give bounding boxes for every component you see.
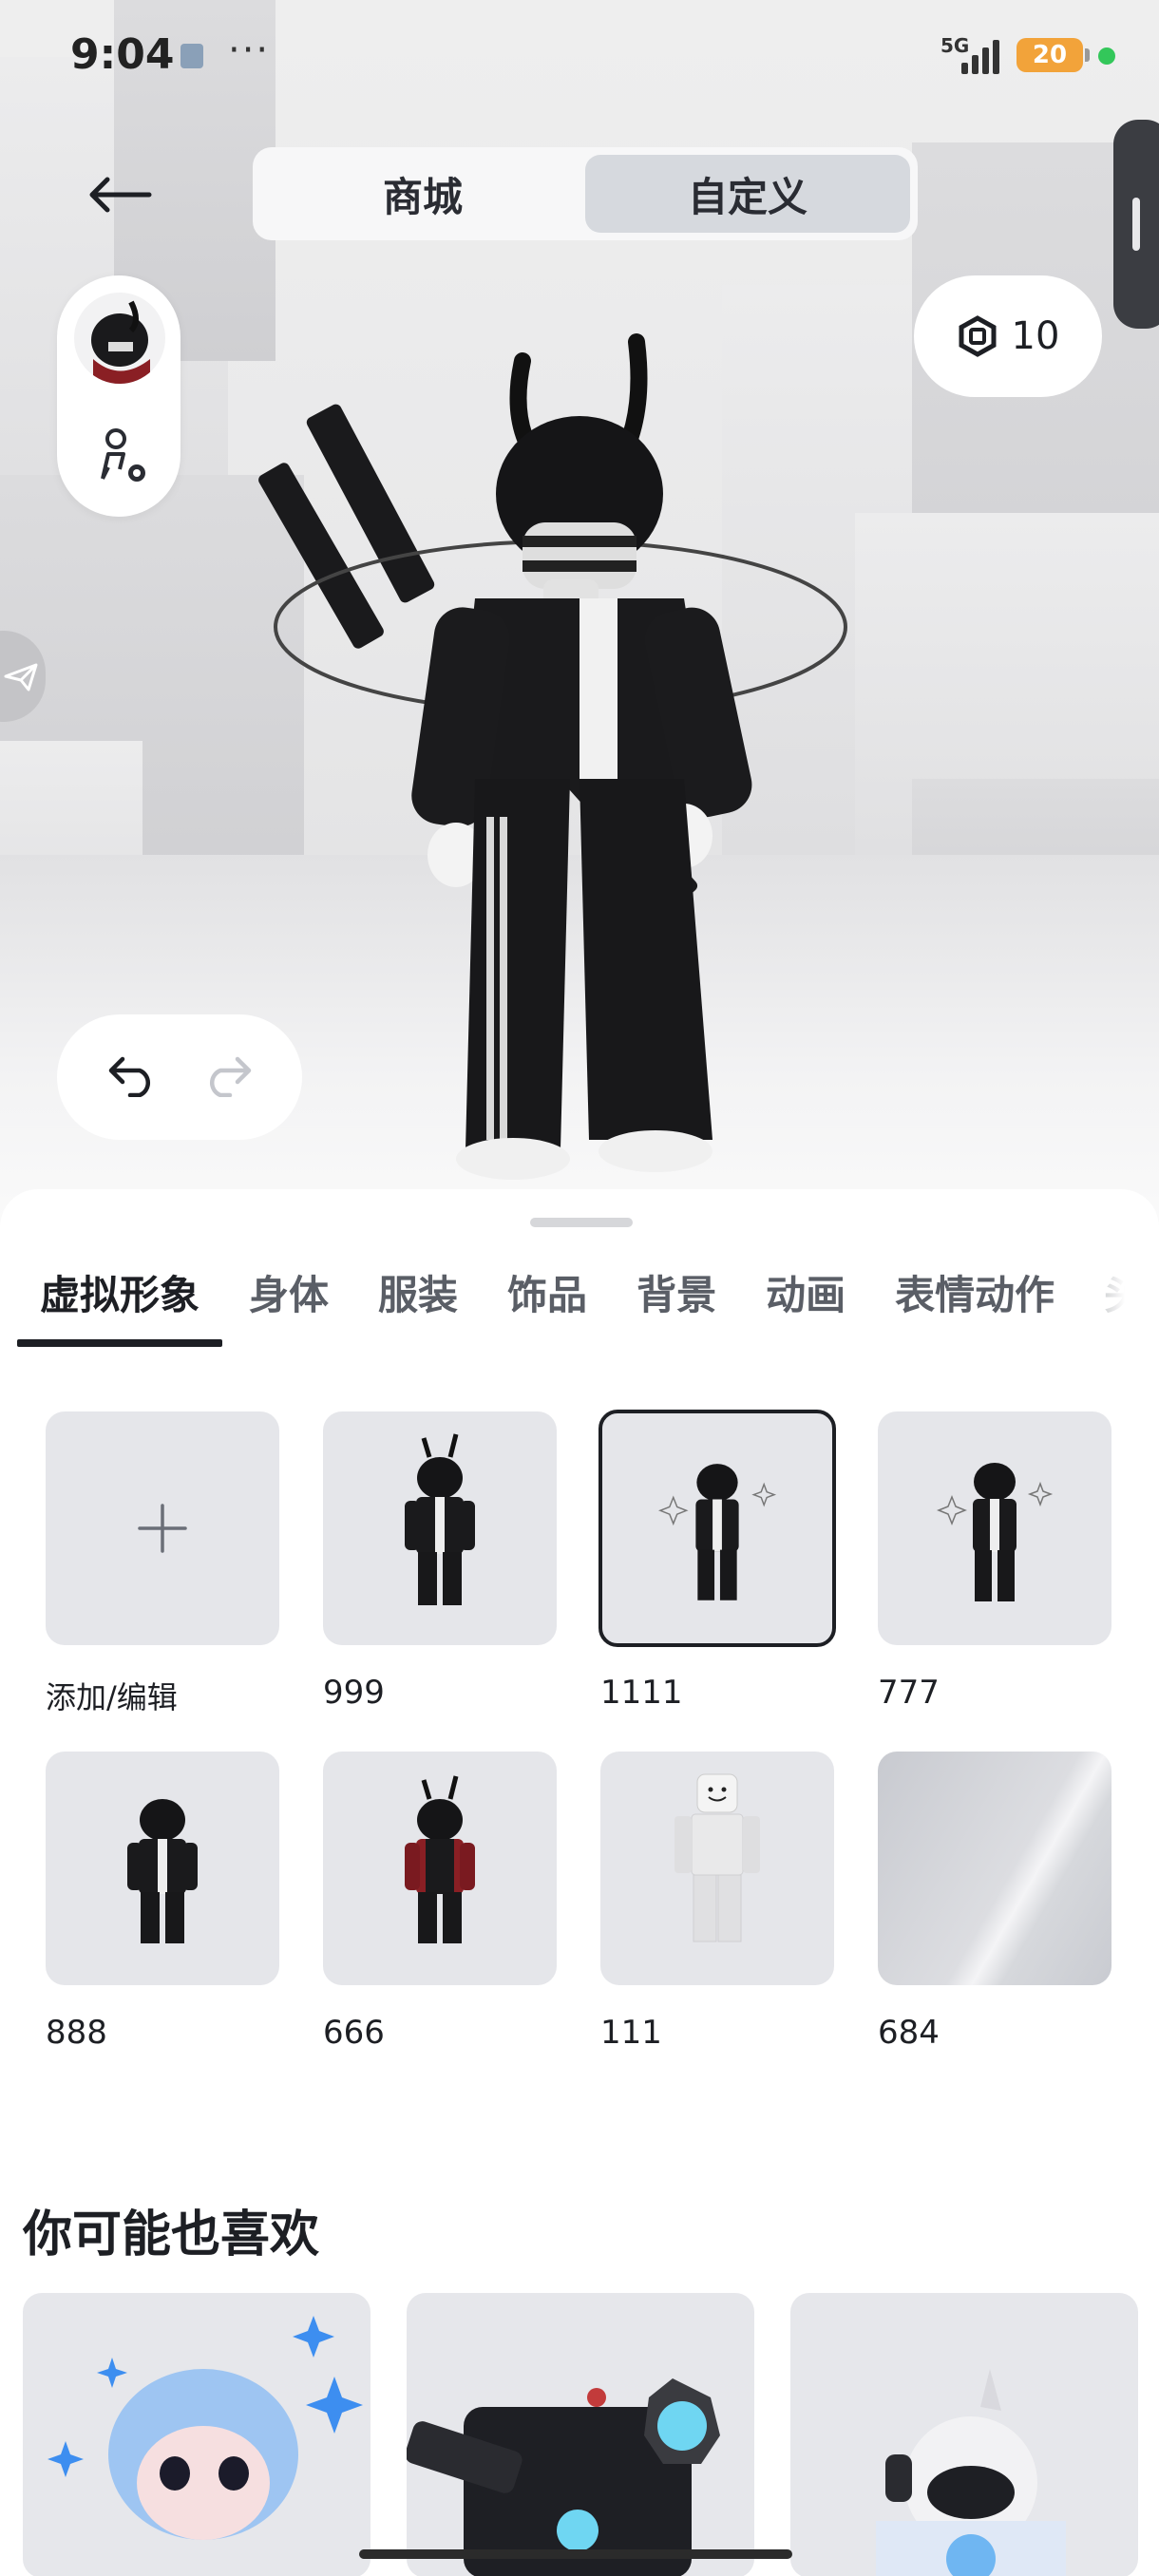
active-tab-indicator xyxy=(17,1339,222,1347)
recommendation-card[interactable] xyxy=(23,2293,370,2576)
tab-emotes[interactable]: 表情动作 xyxy=(895,1263,1054,1349)
recommendations-title: 你可能也喜欢 xyxy=(23,2207,320,2263)
outfit-name: 684 xyxy=(878,2014,940,2052)
add-edit-avatar-button[interactable] xyxy=(46,1411,279,1645)
undo-redo-panel xyxy=(57,1014,302,1140)
shop-customize-toggle: 商城 自定义 xyxy=(253,147,918,240)
avatar-settings-icon xyxy=(101,428,145,482)
back-button[interactable] xyxy=(82,161,158,228)
avatar-outfit-tile[interactable] xyxy=(323,1752,557,1985)
recommendation-card[interactable] xyxy=(407,2293,754,2576)
sheet-drag-handle[interactable] xyxy=(530,1218,633,1227)
robux-amount: 10 xyxy=(1011,314,1060,358)
tab-body[interactable]: 身体 xyxy=(249,1263,329,1349)
outfit-name: 777 xyxy=(878,1674,940,1712)
battery-tip xyxy=(1085,48,1090,62)
robux-balance-button[interactable]: 10 xyxy=(914,275,1102,397)
redo-icon xyxy=(209,1056,251,1098)
tab-backgrounds[interactable]: 背景 xyxy=(636,1263,716,1349)
outfit-name: 666 xyxy=(323,2014,385,2052)
add-edit-label: 添加/编辑 xyxy=(46,1679,178,1715)
category-tab-bar: 虚拟形象 身体 服装 饰品 背景 动画 表情动作 头 xyxy=(0,1263,1159,1349)
privacy-indicator-dot xyxy=(1098,47,1115,65)
outfit-thumbnail xyxy=(405,1775,475,1943)
recommendation-thumbnail xyxy=(48,2316,363,2540)
avatar-outfit-tile[interactable] xyxy=(878,1411,1112,1645)
tab-clothing[interactable]: 服装 xyxy=(378,1263,458,1349)
outfit-thumbnail xyxy=(658,1464,777,1601)
outfit-thumbnail xyxy=(936,1463,1054,1601)
avatar-outfit-tile[interactable] xyxy=(323,1411,557,1645)
outfit-name: 999 xyxy=(323,1674,385,1712)
recommendation-thumbnail xyxy=(876,2369,1066,2576)
undo-icon xyxy=(108,1056,150,1098)
tab-animations[interactable]: 动画 xyxy=(766,1263,846,1349)
signal-strength-icon xyxy=(961,36,1003,74)
plus-icon xyxy=(138,1504,187,1553)
outfit-thumbnail xyxy=(405,1433,475,1605)
paper-plane-icon xyxy=(4,663,38,691)
tab-avatars[interactable]: 虚拟形象 xyxy=(40,1263,200,1349)
more-notifications-icon: ··· xyxy=(228,28,271,72)
robux-hexagon-icon xyxy=(959,315,997,357)
tab-scroll-fade xyxy=(1045,1263,1159,1339)
avatar-outfit-tile[interactable] xyxy=(46,1752,279,1985)
avatar-outfit-tile-loading[interactable] xyxy=(878,1752,1112,1985)
avatar-character xyxy=(258,333,847,1180)
avatar-settings-button[interactable] xyxy=(91,426,154,488)
redo-button[interactable] xyxy=(201,1053,255,1101)
outfit-name: 111 xyxy=(600,2014,662,2052)
status-time: 9:04 xyxy=(70,30,175,79)
arrow-left-icon xyxy=(89,177,152,213)
avatar-outfit-tile[interactable] xyxy=(600,1752,834,1985)
recommendation-card[interactable] xyxy=(790,2293,1138,2576)
undo-button[interactable] xyxy=(105,1053,159,1101)
avatar-headshot-image xyxy=(91,300,150,384)
outfit-name: 1111 xyxy=(600,1674,683,1712)
avatar-outfit-tile-selected[interactable] xyxy=(598,1410,836,1647)
outfit-thumbnail xyxy=(127,1799,198,1943)
recommendation-thumbnail xyxy=(407,2378,720,2576)
home-indicator[interactable] xyxy=(359,2549,792,2559)
outfit-thumbnail xyxy=(674,1773,760,1942)
notification-app-icon xyxy=(180,44,203,68)
battery-level: 20 xyxy=(1016,38,1083,72)
outfit-name: 888 xyxy=(46,2014,107,2052)
avatar-headshot[interactable] xyxy=(74,293,165,384)
edge-handle-grip xyxy=(1132,198,1140,251)
tab-shop[interactable]: 商城 xyxy=(260,155,585,233)
tab-accessories[interactable]: 饰品 xyxy=(507,1263,587,1349)
tab-customize[interactable]: 自定义 xyxy=(585,155,910,233)
